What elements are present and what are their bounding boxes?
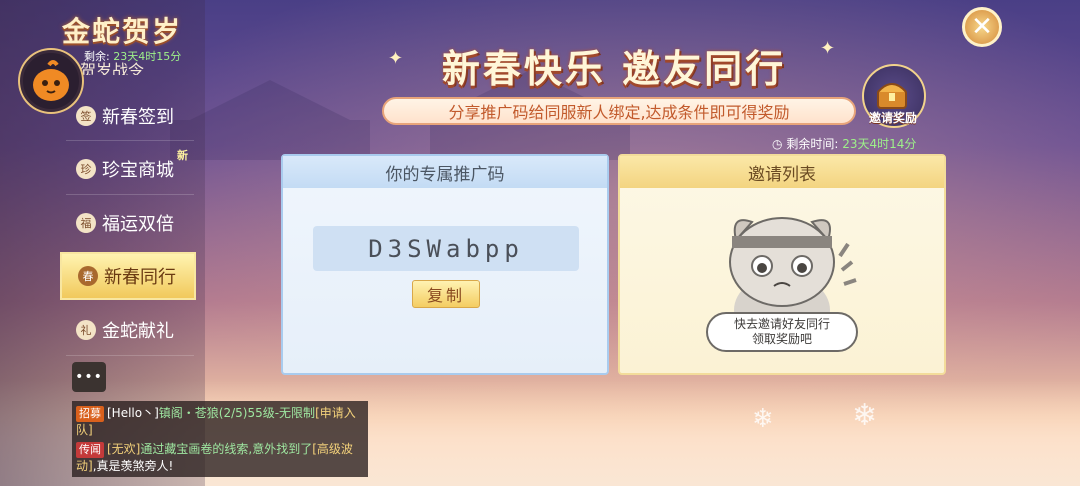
divider [66, 355, 194, 356]
chat-highlight: 镇阁・苍狼(2/5)55级-无限制 [158, 406, 316, 420]
fortune-icon: 福 [76, 213, 96, 233]
new-badge: 新 [177, 149, 188, 162]
chat-highlight: 通过藏宝画卷的线索,意外找到了 [140, 442, 313, 456]
invite-empty-line: 快去邀请好友同行 [733, 317, 830, 331]
invite-empty-line: 领取奖励吧 [751, 332, 812, 346]
sidebar-item-invite[interactable]: 春 新春同行 [60, 252, 196, 300]
promo-code-title: 你的专属推广码 [283, 156, 607, 188]
close-icon: ✕ [971, 12, 993, 42]
chat-panel[interactable]: 招募 [Hello丶]镇阁・苍狼(2/5)55级-无限制[申请入队] 传闻 [无欢]… [72, 401, 368, 477]
divider [66, 194, 194, 195]
chat-icon: ••• [75, 369, 103, 385]
gift-icon: 礼 [76, 320, 96, 340]
promo-code-panel: 你的专属推广码 D3SWabpp 复制 [281, 154, 609, 375]
sidebar-item-label: 新春同行 [104, 267, 176, 288]
remaining-time: ◷ 剩余时间: 23天4时14分 [772, 135, 916, 152]
clock-icon: ◷ [772, 137, 783, 151]
remaining-time-label: 剩余时间: [786, 137, 839, 151]
sidebar-item-cutoff[interactable]: 贺岁战令 [80, 57, 144, 75]
sidebar-item-checkin[interactable]: 签 新春签到 [60, 92, 196, 140]
sidebar-item-label: 金蛇献礼 [102, 321, 174, 342]
snowflake-icon: ❄ [752, 404, 774, 434]
chat-button[interactable]: ••• [72, 362, 106, 392]
checkin-icon: 签 [76, 106, 96, 126]
chat-end: ,真是羡煞旁人! [92, 459, 174, 473]
chat-message: 招募 [Hello丶]镇阁・苍狼(2/5)55级-无限制[申请入队] [76, 405, 364, 438]
spring-icon: 春 [78, 266, 98, 286]
sidebar-item-label: 新春签到 [102, 107, 174, 128]
close-button[interactable]: ✕ [962, 7, 1002, 47]
divider [66, 140, 194, 141]
invite-reward-label: 邀请奖励 [868, 111, 917, 125]
copy-button[interactable]: 复制 [412, 280, 480, 308]
sidebar-item-double[interactable]: 福 福运双倍 [60, 199, 196, 247]
remaining-time-value: 23天4时14分 [842, 137, 917, 151]
sidebar-item-shop[interactable]: 珍 珍宝商城 [60, 145, 196, 193]
chat-tag: 招募 [76, 406, 104, 422]
chat-prefix: [Hello丶] [107, 406, 159, 420]
invite-empty-message: 快去邀请好友同行 领取奖励吧 [706, 312, 858, 352]
chat-prefix: [无欢] [107, 442, 141, 456]
sparkle-icon: ✦ [388, 48, 404, 69]
sidebar-item-label: 珍宝商城 [102, 160, 174, 181]
sparkle-icon: ✦ [820, 38, 836, 59]
page-title: 新春快乐 邀友同行 [441, 47, 787, 91]
promo-code-value[interactable]: D3SWabpp [313, 226, 579, 271]
sidebar-title: 金蛇贺岁 [62, 15, 183, 48]
chat-message: 传闻 [无欢]通过藏宝画卷的线索,意外找到了[高级波动],真是羡煞旁人! [76, 441, 364, 474]
invite-list-panel: 邀请列表 快去邀请好友同行 领取奖励吧 [618, 154, 946, 375]
snowflake-icon: ❄ [852, 398, 878, 433]
sidebar-item-gift[interactable]: 礼 金蛇献礼 [60, 306, 196, 354]
page-subtitle: 分享推广码给同服新人绑定,达成条件即可得奖励 [382, 97, 856, 125]
treasure-icon: 珍 [76, 159, 96, 179]
sidebar-item-label: 福运双倍 [102, 214, 174, 235]
chat-tag: 传闻 [76, 442, 104, 458]
invite-list-title: 邀请列表 [620, 156, 944, 188]
